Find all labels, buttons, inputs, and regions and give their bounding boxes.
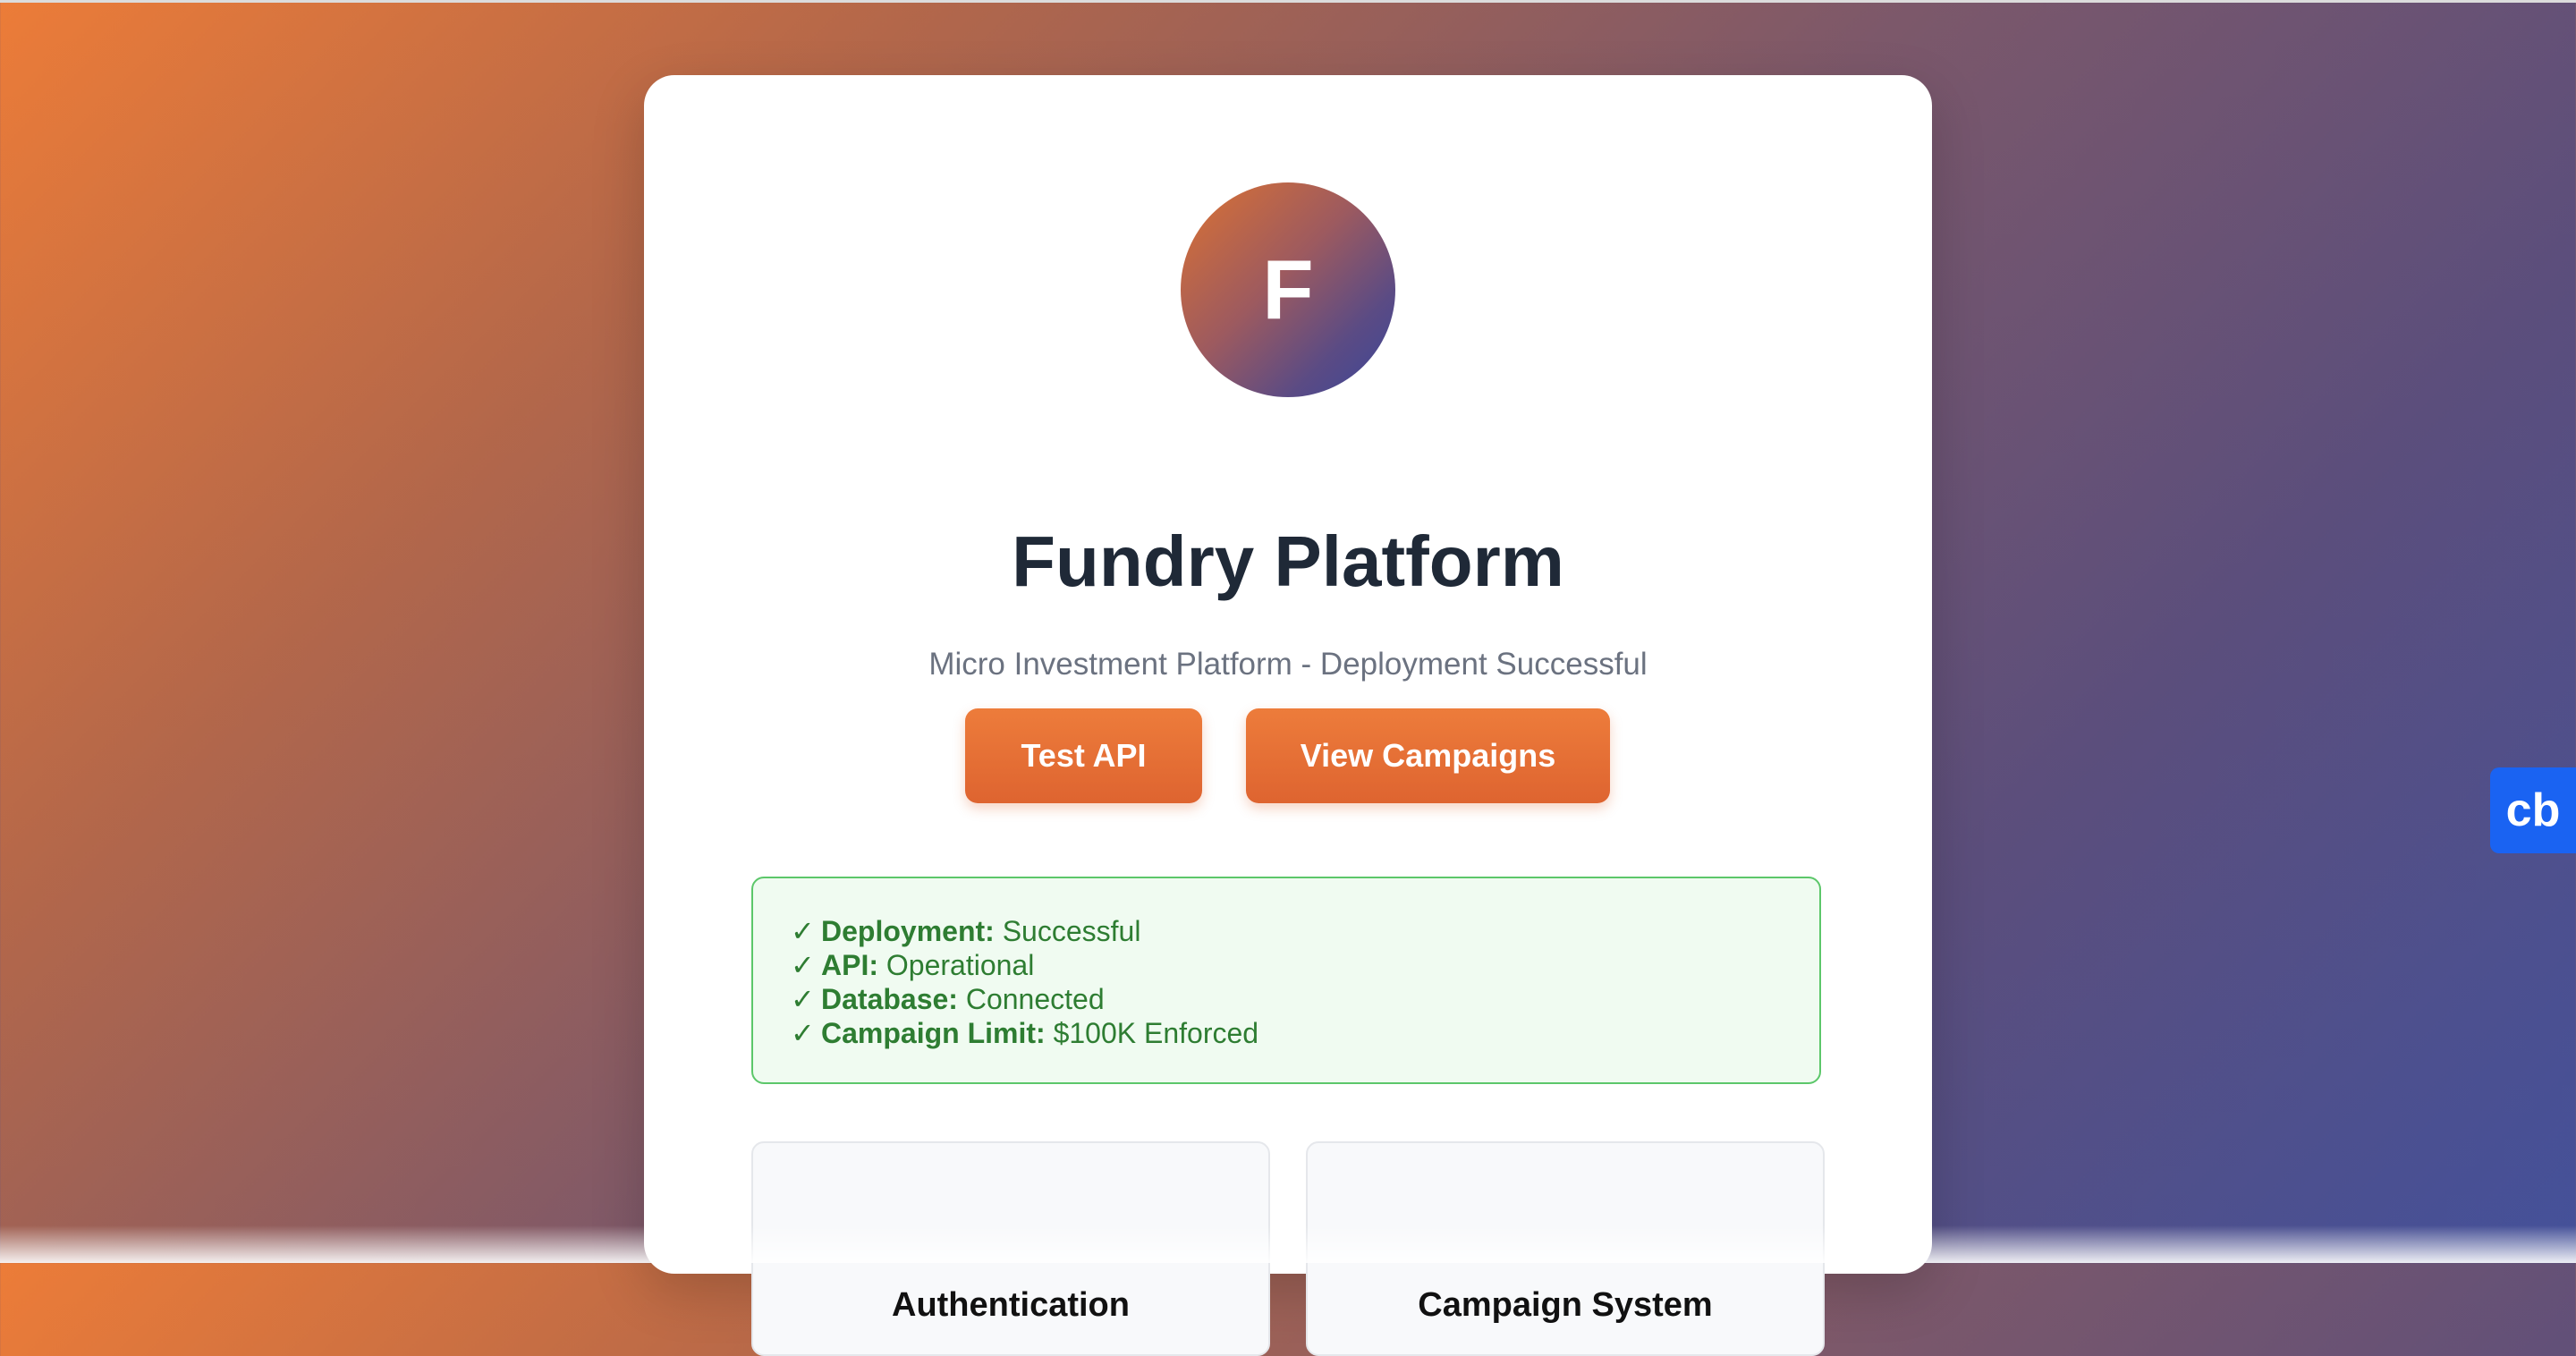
view-campaigns-button[interactable]: View Campaigns: [1246, 708, 1610, 803]
check-icon: ✓: [791, 983, 815, 1015]
status-row-api: ✓ API: Operational: [791, 948, 1782, 982]
main-card: F Fundry Platform Micro Investment Platf…: [644, 75, 1932, 1356]
status-label: Deployment:: [821, 915, 995, 947]
status-panel: ✓ Deployment: Successful ✓ API: Operationa…: [751, 877, 1821, 1084]
logo-avatar: F: [1181, 182, 1395, 397]
status-label: Database:: [821, 983, 958, 1015]
feature-title: Campaign System: [1418, 1286, 1713, 1324]
status-value: $100K Enforced: [1053, 1017, 1259, 1049]
cb-widget-button[interactable]: cb: [2490, 767, 2576, 853]
feature-card-authentication: Authentication: [751, 1141, 1270, 1356]
status-value: Connected: [965, 983, 1105, 1015]
page-subtitle: Micro Investment Platform - Deployment S…: [928, 647, 1648, 682]
feature-title: Authentication: [892, 1286, 1130, 1324]
feature-card-campaign-system: Campaign System: [1306, 1141, 1825, 1356]
status-row-campaign-limit: ✓ Campaign Limit: $100K Enforced: [791, 1016, 1782, 1050]
logo-letter: F: [1262, 242, 1314, 336]
check-icon: ✓: [791, 915, 815, 947]
status-value: Operational: [886, 949, 1035, 981]
status-row-database: ✓ Database: Connected: [791, 982, 1782, 1016]
status-row-deployment: ✓ Deployment: Successful: [791, 914, 1782, 948]
page-title: Fundry Platform: [1012, 521, 1564, 601]
check-icon: ✓: [791, 949, 815, 981]
browser-top-edge: [0, 0, 2576, 3]
status-label: API:: [821, 949, 878, 981]
status-label: Campaign Limit:: [821, 1017, 1046, 1049]
status-value: Successful: [1002, 915, 1141, 947]
check-icon: ✓: [791, 1017, 815, 1049]
test-api-button[interactable]: Test API: [965, 708, 1202, 803]
